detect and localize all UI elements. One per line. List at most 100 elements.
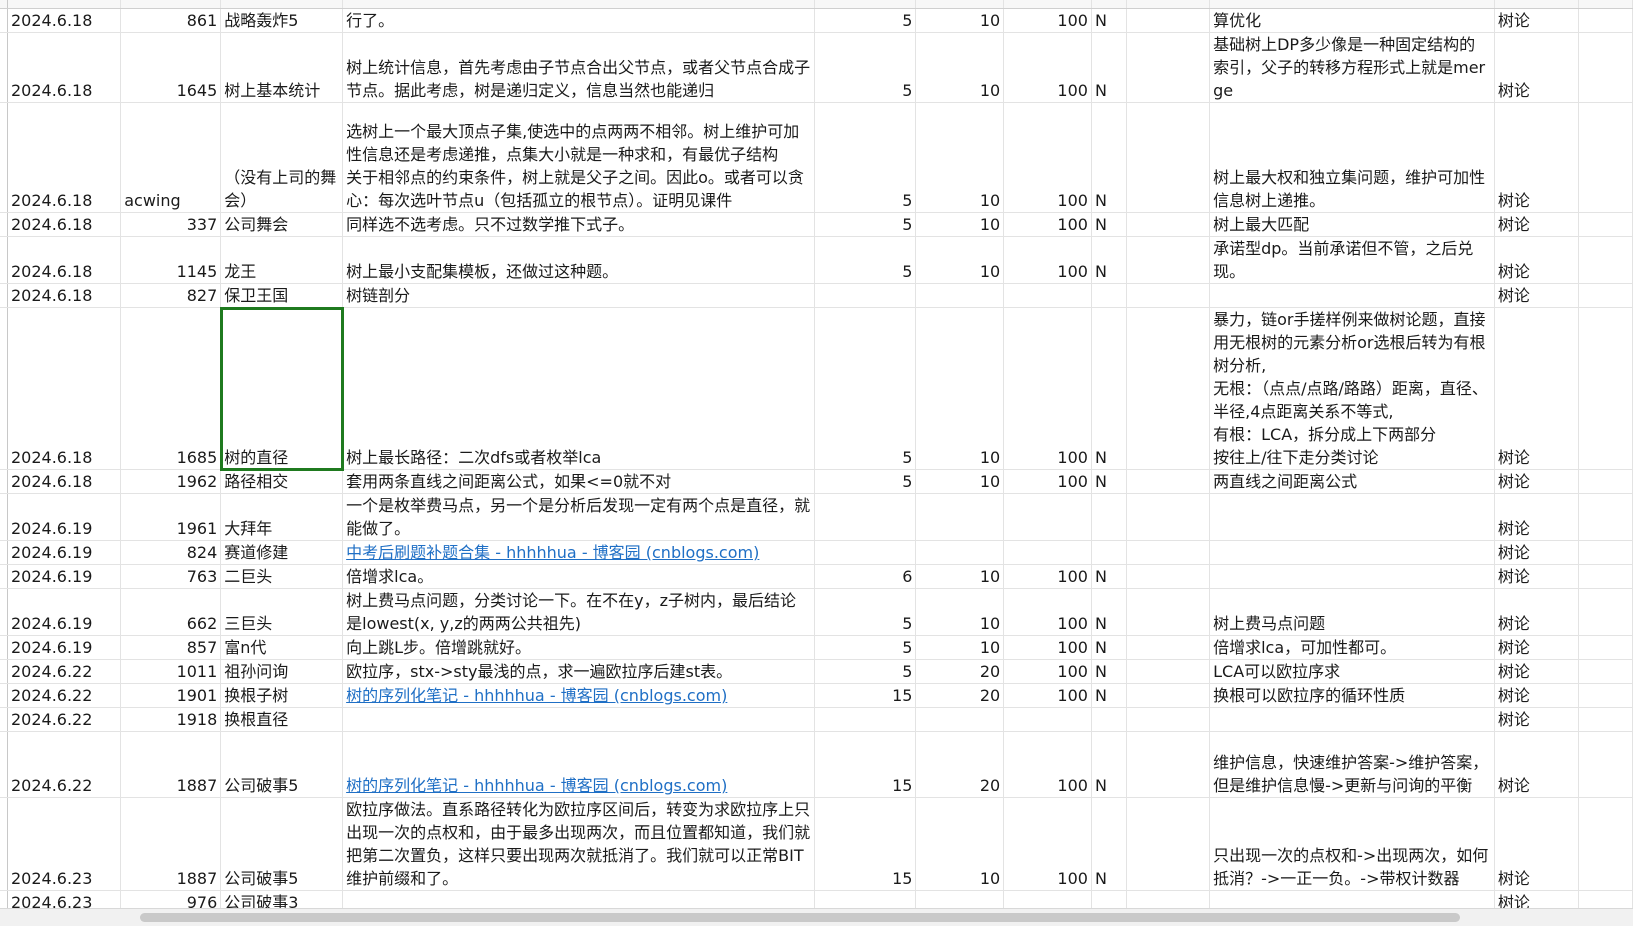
row-header[interactable] [0,797,9,891]
problem-id-cell[interactable]: 1887 [120,797,222,891]
row-header[interactable] [0,635,9,660]
category-cell[interactable]: 树论 [1494,8,1580,33]
flag-cell[interactable]: N [1091,102,1127,213]
category-cell[interactable]: 树论 [1494,102,1580,213]
empty-cell[interactable] [1126,659,1211,684]
percent-cell[interactable]: 100 [1003,588,1092,636]
hyperlink[interactable]: 树的序列化笔记 - hhhhhua - 博客园 (cnblogs.com) [346,686,727,705]
row-header[interactable] [0,283,9,308]
row-header[interactable] [0,731,9,798]
empty-cell[interactable] [1578,283,1633,308]
scrollbar-thumb[interactable] [140,913,1460,922]
flag-cell[interactable]: N [1091,236,1127,284]
problem-name-cell[interactable]: 战略轰炸5 [220,8,344,33]
score-cell[interactable]: 15 [814,683,917,708]
empty-cell[interactable] [1126,32,1211,103]
problem-name-cell[interactable]: 公司破事5 [220,797,344,891]
flag-cell[interactable]: N [1091,731,1127,798]
column-header[interactable] [814,0,917,9]
summary-cell[interactable]: 算优化 [1209,8,1495,33]
score-cell[interactable]: 5 [814,588,917,636]
problem-name-cell[interactable]: 龙王 [220,236,344,284]
problem-id-cell[interactable]: 1011 [120,659,222,684]
notes-cell[interactable]: 中考后刷题补题合集 - hhhhhua - 博客园 (cnblogs.com) [342,540,815,565]
corner-cell[interactable] [0,0,9,9]
score-cell[interactable]: 15 [814,731,917,798]
problem-id-cell[interactable]: acwing [120,102,222,213]
percent-cell[interactable]: 100 [1003,102,1092,213]
column-header[interactable] [1578,0,1633,9]
max-cell[interactable]: 10 [915,212,1005,237]
problem-name-cell[interactable]: 保卫王国 [220,283,344,308]
flag-cell[interactable] [1091,540,1127,565]
summary-cell[interactable]: LCA可以欧拉序求 [1209,659,1495,684]
max-cell[interactable]: 10 [915,588,1005,636]
percent-cell[interactable] [1003,707,1092,732]
notes-cell[interactable] [342,707,815,732]
date-cell[interactable]: 2024.6.18 [7,236,122,284]
date-cell[interactable]: 2024.6.19 [7,540,122,565]
score-cell[interactable] [814,707,917,732]
flag-cell[interactable]: N [1091,32,1127,103]
empty-cell[interactable] [1126,683,1211,708]
notes-cell[interactable]: 选树上一个最大顶点子集,使选中的点两两不相邻。树上维护可加性信息还是考虑递推，点… [342,102,815,213]
problem-name-cell[interactable]: 富n代 [220,635,344,660]
empty-cell[interactable] [1126,797,1211,891]
row-header[interactable] [0,683,9,708]
row-header[interactable] [0,236,9,284]
max-cell[interactable]: 10 [915,8,1005,33]
empty-cell[interactable] [1578,32,1633,103]
empty-cell[interactable] [1578,102,1633,213]
summary-cell[interactable] [1209,283,1495,308]
percent-cell[interactable]: 100 [1003,469,1092,494]
row-header[interactable] [0,564,9,589]
empty-cell[interactable] [1578,683,1633,708]
empty-cell[interactable] [1126,707,1211,732]
max-cell[interactable]: 10 [915,102,1005,213]
problem-name-cell[interactable]: 树上基本统计 [220,32,344,103]
category-cell[interactable]: 树论 [1494,707,1580,732]
max-cell[interactable]: 20 [915,683,1005,708]
problem-id-cell[interactable]: 1901 [120,683,222,708]
empty-cell[interactable] [1578,659,1633,684]
date-cell[interactable]: 2024.6.23 [7,797,122,891]
score-cell[interactable] [814,540,917,565]
score-cell[interactable]: 5 [814,212,917,237]
score-cell[interactable] [814,493,917,541]
problem-id-cell[interactable]: 1685 [120,307,222,470]
flag-cell[interactable]: N [1091,588,1127,636]
row-header[interactable] [0,493,9,541]
summary-cell[interactable]: 换根可以欧拉序的循环性质 [1209,683,1495,708]
row-header[interactable] [0,588,9,636]
date-cell[interactable]: 2024.6.22 [7,659,122,684]
percent-cell[interactable]: 100 [1003,564,1092,589]
summary-cell[interactable] [1209,540,1495,565]
column-header[interactable] [1209,0,1495,9]
category-cell[interactable]: 树论 [1494,307,1580,470]
flag-cell[interactable]: N [1091,469,1127,494]
flag-cell[interactable]: N [1091,307,1127,470]
empty-cell[interactable] [1578,707,1633,732]
flag-cell[interactable] [1091,493,1127,541]
summary-cell[interactable]: 基础树上DP多少像是一种固定结构的索引，父子的转移方程形式上就是merge [1209,32,1495,103]
max-cell[interactable]: 10 [915,32,1005,103]
problem-id-cell[interactable]: 662 [120,588,222,636]
percent-cell[interactable]: 100 [1003,32,1092,103]
problem-id-cell[interactable]: 827 [120,283,222,308]
empty-cell[interactable] [1126,588,1211,636]
category-cell[interactable]: 树论 [1494,731,1580,798]
notes-cell[interactable]: 欧拉序，stx->sty最浅的点，求一遍欧拉序后建st表。 [342,659,815,684]
row-header[interactable] [0,540,9,565]
problem-name-cell[interactable]: 树的直径 [219,306,344,471]
notes-cell[interactable]: 树的序列化笔记 - hhhhhua - 博客园 (cnblogs.com) [342,683,815,708]
problem-name-cell[interactable]: 换根直径 [220,707,344,732]
hyperlink[interactable]: 中考后刷题补题合集 - hhhhhua - 博客园 (cnblogs.com) [346,543,759,562]
notes-cell[interactable]: 套用两条直线之间距离公式，如果<=0就不对 [342,469,815,494]
score-cell[interactable] [814,283,917,308]
row-header[interactable] [0,212,9,237]
score-cell[interactable]: 5 [814,469,917,494]
hyperlink[interactable]: 树的序列化笔记 - hhhhhua - 博客园 (cnblogs.com) [346,776,727,795]
category-cell[interactable]: 树论 [1494,683,1580,708]
notes-cell[interactable]: 向上跳L步。倍增跳就好。 [342,635,815,660]
notes-cell[interactable]: 行了。 [342,8,815,33]
